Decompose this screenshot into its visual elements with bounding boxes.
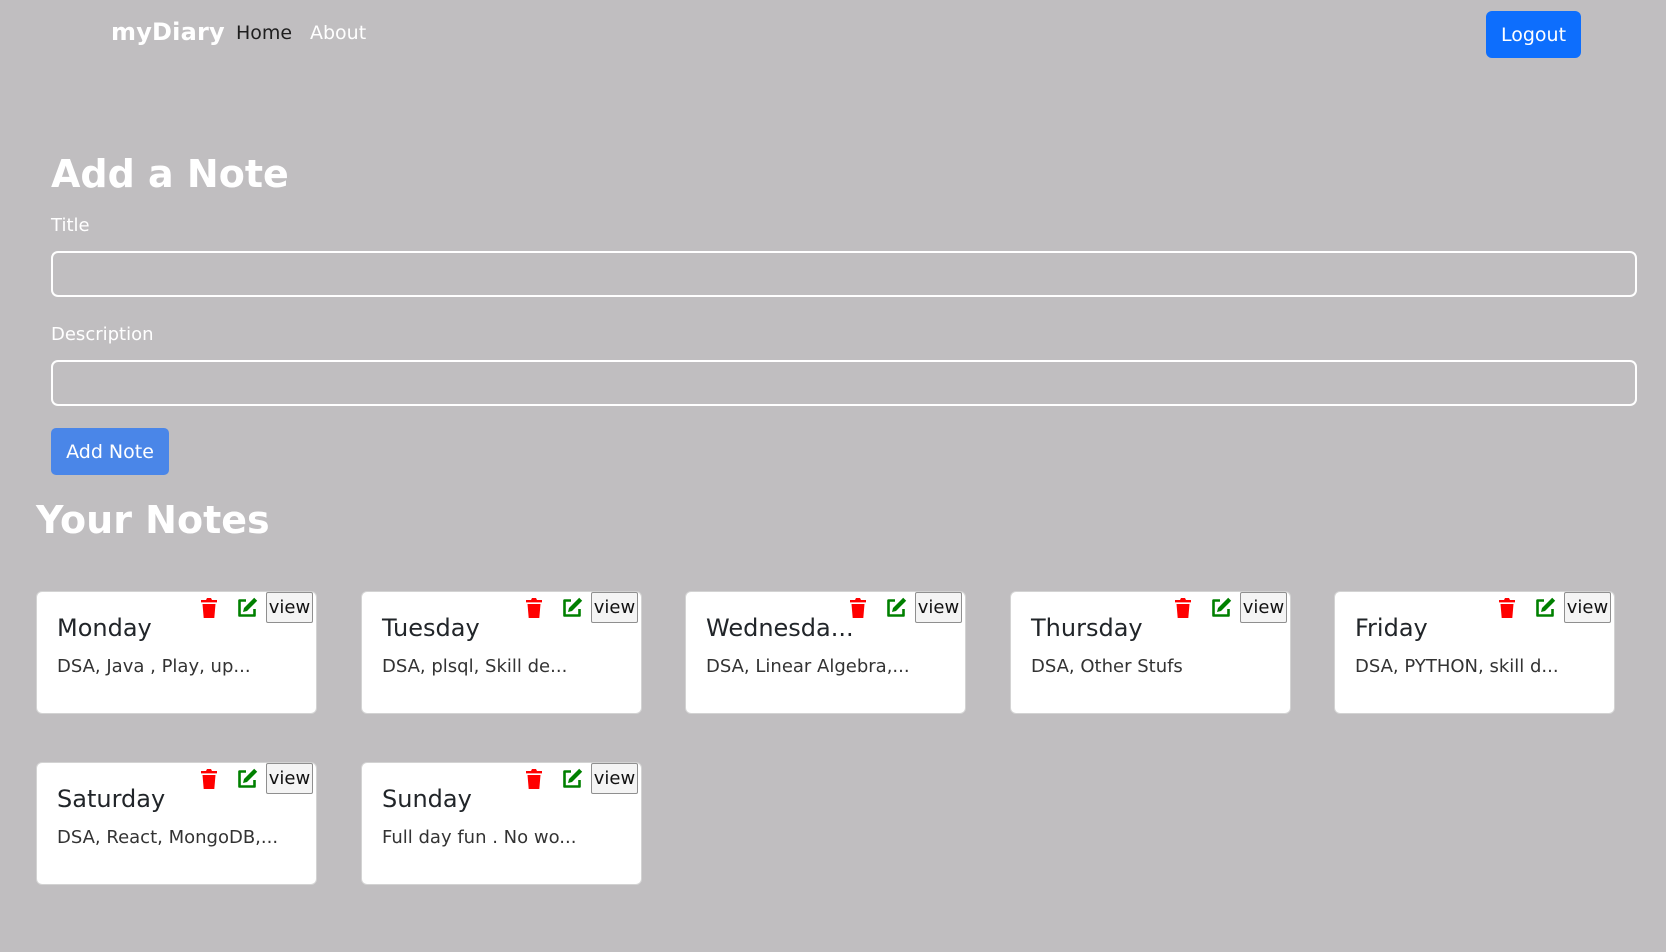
trash-icon[interactable] (522, 767, 546, 791)
navbar: myDiary Home About Logout (0, 0, 1666, 70)
note-description: DSA, React, MongoDB,... (57, 827, 279, 848)
edit-icon[interactable] (560, 767, 584, 791)
note-description: DSA, Java , Play, up... (57, 656, 251, 677)
note-description: DSA, plsql, Skill de... (382, 656, 568, 677)
note-description: DSA, Linear Algebra,... (706, 656, 910, 677)
edit-icon[interactable] (1533, 596, 1557, 620)
edit-icon[interactable] (235, 596, 259, 620)
trash-icon[interactable] (197, 767, 221, 791)
title-input[interactable] (51, 251, 1637, 297)
view-button[interactable]: view (266, 763, 313, 794)
note-title: Wednesda... (706, 614, 854, 642)
note-card: view Friday DSA, PYTHON, skill d... (1334, 591, 1615, 714)
note-title: Tuesday (382, 614, 480, 642)
note-title: Saturday (57, 785, 166, 813)
note-title: Monday (57, 614, 152, 642)
view-button[interactable]: view (1240, 592, 1287, 623)
note-description: DSA, PYTHON, skill d... (1355, 656, 1559, 677)
edit-icon[interactable] (560, 596, 584, 620)
view-button[interactable]: view (1564, 592, 1611, 623)
logout-button[interactable]: Logout (1486, 11, 1581, 58)
note-title: Thursday (1031, 614, 1143, 642)
view-button[interactable]: view (591, 592, 638, 623)
description-input[interactable] (51, 360, 1637, 406)
trash-icon[interactable] (197, 596, 221, 620)
view-button[interactable]: view (915, 592, 962, 623)
note-card: view Saturday DSA, React, MongoDB,... (36, 762, 317, 885)
note-card: view Wednesda... DSA, Linear Algebra,... (685, 591, 966, 714)
nav-link-about[interactable]: About (310, 22, 366, 44)
note-card: view Tuesday DSA, plsql, Skill de... (361, 591, 642, 714)
description-label: Description (51, 324, 154, 345)
note-title: Sunday (382, 785, 472, 813)
add-note-heading: Add a Note (51, 152, 289, 196)
edit-icon[interactable] (235, 767, 259, 791)
nav-link-home[interactable]: Home (236, 22, 292, 44)
view-button[interactable]: view (266, 592, 313, 623)
title-label: Title (51, 215, 90, 236)
note-card: view Thursday DSA, Other Stufs (1010, 591, 1291, 714)
edit-icon[interactable] (1209, 596, 1233, 620)
trash-icon[interactable] (522, 596, 546, 620)
trash-icon[interactable] (1171, 596, 1195, 620)
note-card: view Sunday Full day fun . No wo... (361, 762, 642, 885)
trash-icon[interactable] (1495, 596, 1519, 620)
note-title: Friday (1355, 614, 1428, 642)
note-description: Full day fun . No wo... (382, 827, 577, 848)
note-card: view Monday DSA, Java , Play, up... (36, 591, 317, 714)
brand-logo[interactable]: myDiary (111, 18, 225, 46)
add-note-button[interactable]: Add Note (51, 428, 169, 475)
note-description: DSA, Other Stufs (1031, 656, 1183, 677)
edit-icon[interactable] (884, 596, 908, 620)
your-notes-heading: Your Notes (36, 498, 270, 542)
view-button[interactable]: view (591, 763, 638, 794)
